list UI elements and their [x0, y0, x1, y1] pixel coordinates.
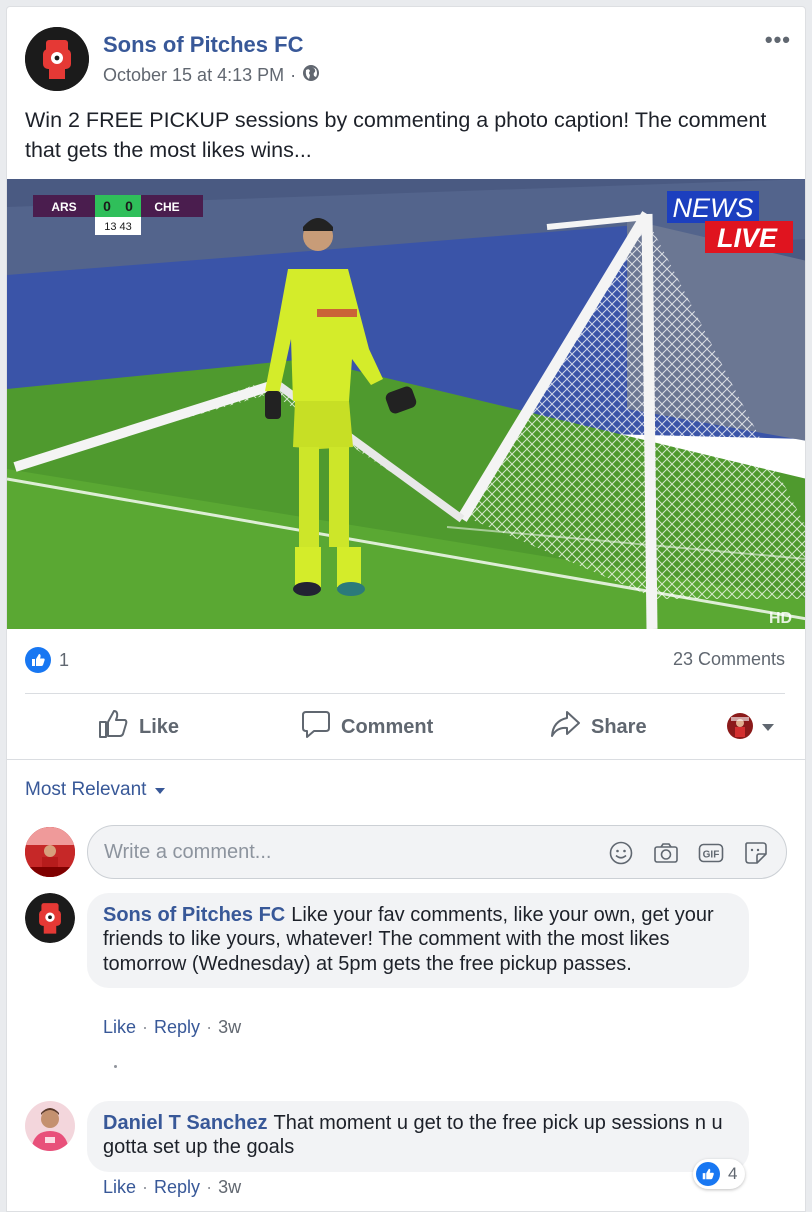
gif-icon[interactable]: GIF	[696, 838, 726, 868]
post-timestamp[interactable]: October 15 at 4:13 PM	[103, 65, 284, 86]
sticker-icon[interactable]	[741, 838, 771, 868]
reply-thread-indicator	[114, 1065, 117, 1068]
thumbs-up-icon	[97, 708, 129, 746]
comment-reply-link[interactable]: Reply	[154, 1177, 200, 1198]
comment-like-count: 4	[728, 1164, 738, 1183]
reaction-summary[interactable]: 1	[25, 647, 69, 673]
comment-reply-link[interactable]: Reply	[154, 1017, 200, 1038]
react-as-selector[interactable]	[727, 713, 775, 744]
match-clock: 13 43	[104, 221, 132, 233]
user-avatar-small	[727, 713, 753, 744]
comment-author-link[interactable]: Daniel T Sanchez	[103, 1112, 268, 1134]
page-name-link[interactable]: Sons of Pitches FC	[103, 32, 303, 58]
comment-input[interactable]	[104, 838, 584, 866]
comment-time[interactable]: 3w	[218, 1177, 241, 1198]
comment-bubble: Sons of Pitches FC Like your fav comments…	[87, 893, 749, 988]
sort-label: Most Relevant	[25, 779, 147, 800]
post-photo[interactable]: ARS 0 0 CHE 13 43 NEWS LIVE HD	[7, 179, 805, 629]
svg-text:GIF: GIF	[703, 850, 720, 861]
comment-like-link[interactable]: Like	[103, 1017, 136, 1038]
like-reaction-icon	[696, 1162, 720, 1186]
divider	[25, 693, 785, 694]
badge-live: LIVE	[717, 223, 778, 253]
comments-count-link[interactable]: 23 Comments	[673, 649, 785, 670]
post-card: Sons of Pitches FC October 15 at 4:13 PM…	[6, 6, 806, 1212]
comment-reaction-count[interactable]: 4	[693, 1159, 746, 1189]
score-away-team: CHE	[154, 200, 179, 214]
like-reaction-icon	[25, 647, 51, 673]
comment-actions: Like · Reply · 3w	[103, 1177, 242, 1198]
score-home: 0	[103, 198, 111, 214]
meta-separator: ·	[290, 65, 297, 85]
camera-icon[interactable]	[651, 838, 681, 868]
score-home-team: ARS	[51, 200, 76, 214]
caret-down-icon	[154, 779, 166, 801]
page-avatar[interactable]	[25, 27, 89, 91]
divider	[7, 759, 805, 760]
share-label: Share	[591, 715, 647, 738]
like-count: 1	[59, 649, 70, 670]
comment-author-link[interactable]: Sons of Pitches FC	[103, 904, 285, 926]
emoji-icon[interactable]	[606, 838, 636, 868]
caret-down-icon	[761, 720, 775, 738]
current-user-avatar[interactable]	[25, 827, 75, 877]
comment-label: Comment	[341, 715, 434, 738]
comment-time[interactable]: 3w	[218, 1017, 241, 1038]
comment-button[interactable]: Comment	[301, 707, 433, 747]
comment-like-link[interactable]: Like	[103, 1177, 136, 1198]
share-button[interactable]: Share	[549, 707, 647, 747]
badge-news: NEWS	[673, 193, 754, 223]
commenter-avatar[interactable]	[25, 1101, 75, 1151]
commenter-avatar[interactable]	[25, 893, 75, 943]
globe-icon[interactable]	[302, 64, 320, 87]
like-button[interactable]: Like	[97, 707, 179, 747]
comment-bubble: Daniel T Sanchez That moment u get to the…	[87, 1101, 749, 1172]
comment-actions: Like · Reply · 3w	[103, 1017, 242, 1038]
score-away: 0	[125, 198, 133, 214]
hd-watermark: HD	[769, 610, 792, 627]
more-options-button[interactable]: •••	[765, 27, 791, 53]
comment-composer[interactable]: GIF	[87, 825, 787, 879]
comment-sort-dropdown[interactable]: Most Relevant	[25, 779, 166, 801]
speech-bubble-icon	[301, 709, 331, 745]
post-text: Win 2 FREE PICKUP sessions by commenting…	[25, 108, 767, 162]
post-meta: October 15 at 4:13 PM ·	[103, 64, 320, 87]
share-arrow-icon	[549, 709, 581, 745]
like-label: Like	[139, 715, 180, 738]
